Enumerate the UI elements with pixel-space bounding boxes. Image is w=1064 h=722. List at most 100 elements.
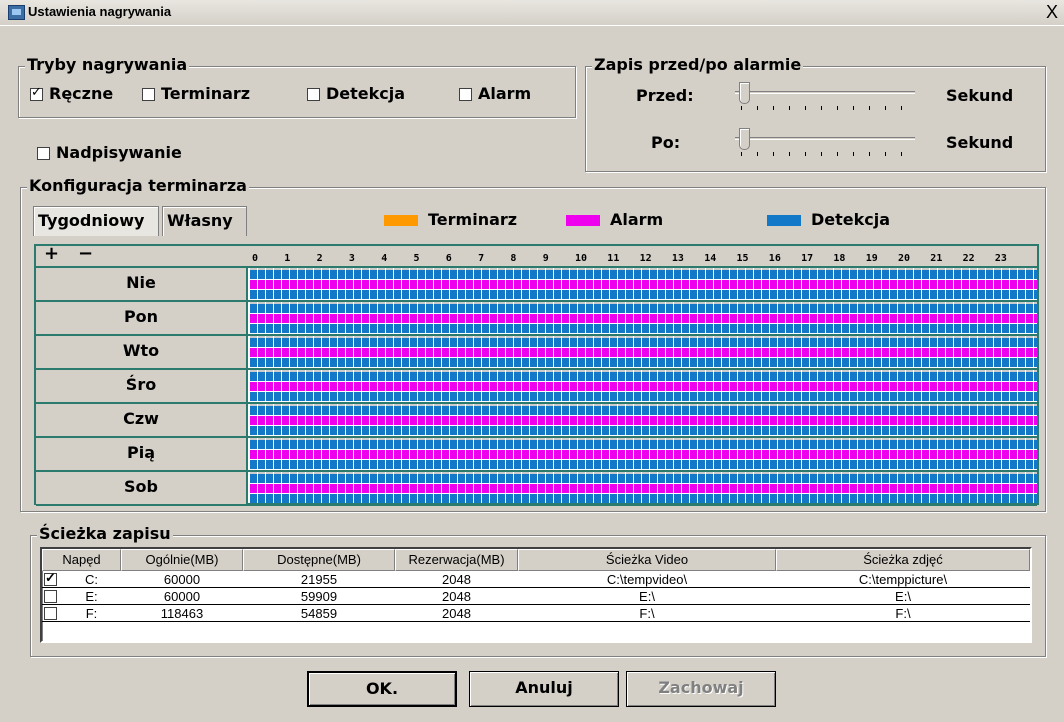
mode-alarm-checkbox[interactable]: Alarm	[459, 84, 531, 103]
alarm-bar[interactable]	[250, 416, 1037, 425]
checkbox-box[interactable]	[307, 88, 320, 101]
mode-manual-checkbox[interactable]: Ręczne	[30, 84, 113, 103]
col-header-drive[interactable]: Napęd	[42, 549, 121, 571]
cell-drive: F:	[85, 606, 98, 621]
schedule-bar[interactable]	[250, 440, 1037, 449]
day-row[interactable]: Wto	[36, 336, 1037, 370]
slider-ticks	[741, 106, 909, 110]
day-name: Wto	[36, 336, 248, 368]
schedule-bar[interactable]	[250, 372, 1037, 381]
overwrite-label: Nadpisywanie	[56, 143, 182, 162]
schedule-grid[interactable]: + − 0 1 2 3 4 5 6 7 8 9 10 11 12 13 14 15 16 17 18 19 20 21 22…	[34, 243, 1039, 506]
schedule-bar[interactable]	[250, 304, 1037, 313]
mode-alarm-label: Alarm	[478, 84, 532, 103]
day-name: Pon	[36, 302, 248, 334]
detection-bar[interactable]	[250, 426, 1037, 435]
path-row[interactable]: C: 60000 21955 2048 C:\tempvideo\ C:\temppict…	[42, 570, 1030, 588]
mode-detection-checkbox[interactable]: Detekcja	[307, 84, 405, 103]
app-icon	[8, 5, 25, 20]
mode-schedule-checkbox[interactable]: Terminarz	[142, 84, 250, 103]
title-bar: Ustawienia nagrywania X	[0, 0, 1064, 26]
save-button[interactable]: Zachowaj	[626, 671, 776, 707]
after-unit-label: Sekund	[946, 133, 1014, 152]
alarm-bar[interactable]	[250, 314, 1037, 323]
detection-bar[interactable]	[250, 460, 1037, 469]
day-row[interactable]: Śro	[36, 370, 1037, 404]
checkbox-box[interactable]	[459, 88, 472, 101]
day-name: Nie	[36, 268, 248, 300]
col-header-total[interactable]: Ogólnie(MB)	[121, 549, 243, 571]
after-slider[interactable]	[735, 128, 915, 158]
hour-label: 6	[445, 253, 452, 264]
slider-thumb[interactable]	[739, 82, 750, 104]
tab-weekly[interactable]: Tygodniowy	[33, 206, 159, 236]
alarm-bar[interactable]	[250, 450, 1037, 459]
alarm-bar[interactable]	[250, 348, 1037, 357]
day-schedule-bars[interactable]	[250, 370, 1037, 402]
col-header-video-path[interactable]: Ścieżka Video	[518, 549, 776, 571]
day-row[interactable]: Pon	[36, 302, 1037, 336]
cell-total: 118463	[160, 606, 204, 621]
day-schedule-bars[interactable]	[250, 336, 1037, 368]
legend-alarm-label: Alarm	[610, 210, 664, 229]
slider-track	[735, 137, 915, 140]
day-row[interactable]: Sob	[36, 472, 1037, 506]
zoom-in-button[interactable]: +	[44, 243, 59, 264]
col-header-free[interactable]: Dostępne(MB)	[243, 549, 395, 571]
cell-reserve: 2048	[442, 606, 471, 621]
checkbox-box[interactable]	[37, 147, 50, 160]
path-table[interactable]: Napęd Ogólnie(MB) Dostępne(MB) Rezerwacj…	[40, 547, 1032, 643]
detection-bar[interactable]	[250, 392, 1037, 401]
col-header-picture-path[interactable]: Ścieżka zdjęć	[776, 549, 1030, 571]
drive-checkbox[interactable]	[44, 590, 57, 603]
cell-video: C:\tempvideo\	[606, 572, 688, 587]
ok-button[interactable]: OK.	[307, 671, 457, 707]
alarm-bar[interactable]	[250, 382, 1037, 391]
hour-label: 10	[575, 253, 588, 264]
detection-bar[interactable]	[250, 358, 1037, 367]
path-row[interactable]: E: 60000 59909 2048 E:\ E:\	[42, 589, 1030, 605]
drive-checkbox[interactable]	[44, 570, 57, 586]
day-schedule-bars[interactable]	[250, 302, 1037, 334]
before-slider[interactable]	[735, 82, 915, 112]
day-row[interactable]: Czw	[36, 404, 1037, 438]
day-schedule-bars[interactable]	[250, 404, 1037, 436]
hour-label: 16	[768, 253, 781, 264]
alarm-bar[interactable]	[250, 484, 1037, 493]
schedule-bar[interactable]	[250, 338, 1037, 347]
detection-bar[interactable]	[250, 494, 1037, 503]
schedule-bar[interactable]	[250, 474, 1037, 483]
close-button[interactable]: X	[1046, 2, 1058, 23]
day-schedule-bars[interactable]	[250, 268, 1037, 300]
before-unit-label: Sekund	[946, 86, 1014, 105]
hour-label: 11	[607, 253, 620, 264]
cancel-button[interactable]: Anuluj	[469, 671, 619, 707]
drive-checkbox[interactable]	[44, 607, 57, 620]
detection-bar[interactable]	[250, 290, 1037, 299]
mode-manual-label: Ręczne	[49, 84, 114, 103]
schedule-bar[interactable]	[250, 406, 1037, 415]
cell-reserve: 2048	[442, 589, 471, 604]
schedule-bar[interactable]	[250, 270, 1037, 279]
day-row[interactable]: Pią	[36, 438, 1037, 472]
slider-thumb[interactable]	[739, 128, 750, 150]
day-schedule-bars[interactable]	[250, 438, 1037, 470]
col-header-reserve[interactable]: Rezerwacja(MB)	[395, 549, 518, 571]
path-row[interactable]: F: 118463 54859 2048 F:\ F:\	[42, 606, 1030, 622]
checkbox-box[interactable]	[30, 85, 43, 101]
day-schedule-bars[interactable]	[250, 472, 1037, 504]
day-row[interactable]: Nie	[36, 268, 1037, 302]
legend-alarm-swatch	[566, 215, 600, 226]
cell-reserve: 2048	[442, 572, 471, 587]
legend-detection-swatch	[767, 215, 801, 226]
hour-label: 17	[801, 253, 814, 264]
zoom-out-button[interactable]: −	[78, 243, 93, 264]
tab-custom[interactable]: Własny	[162, 206, 247, 236]
day-name: Śro	[36, 370, 248, 402]
detection-bar[interactable]	[250, 324, 1037, 333]
alarm-bar[interactable]	[250, 280, 1037, 289]
checkbox-box[interactable]	[142, 88, 155, 101]
mode-schedule-label: Terminarz	[161, 84, 251, 103]
overwrite-checkbox[interactable]: Nadpisywanie	[37, 143, 182, 162]
slider-track	[735, 91, 915, 94]
